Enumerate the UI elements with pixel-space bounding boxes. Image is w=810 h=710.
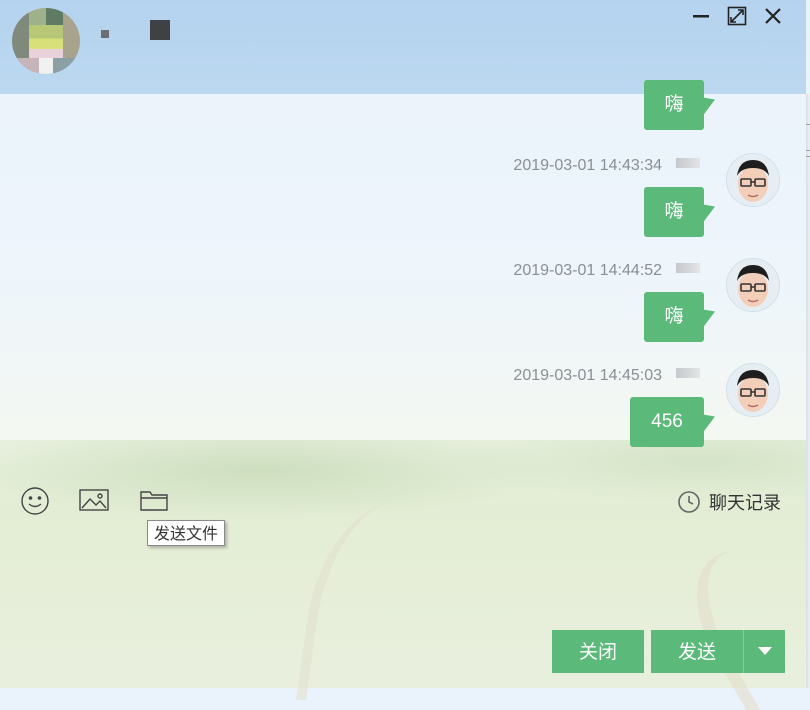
sender-name-blurred bbox=[676, 158, 700, 168]
send-file-tooltip: 发送文件 bbox=[147, 520, 226, 546]
message-input[interactable] bbox=[0, 555, 806, 623]
message-meta: 2019-03-01 14:44:52 bbox=[513, 262, 700, 280]
clock-icon bbox=[678, 491, 700, 513]
contact-name-blurred bbox=[150, 20, 170, 40]
contact-avatar[interactable] bbox=[12, 8, 80, 74]
message-meta: 2019-03-01 14:43:34 bbox=[513, 157, 700, 175]
folder-icon[interactable] bbox=[139, 488, 169, 516]
caret-down-icon bbox=[757, 647, 772, 655]
user-avatar[interactable] bbox=[726, 258, 780, 312]
chat-history-label: 聊天记录 bbox=[709, 493, 781, 514]
sender-name-blurred bbox=[676, 368, 700, 378]
close-button[interactable]: 关闭 bbox=[552, 630, 644, 673]
user-avatar[interactable] bbox=[726, 153, 780, 207]
send-options-button[interactable] bbox=[743, 630, 785, 673]
send-button[interactable]: 发送 bbox=[651, 630, 743, 673]
message-timestamp: 2019-03-01 14:44:52 bbox=[513, 262, 662, 279]
chat-history-button[interactable]: 聊天记录 bbox=[677, 489, 781, 515]
emoji-icon[interactable] bbox=[20, 486, 50, 520]
close-icon[interactable] bbox=[762, 4, 784, 28]
minimize-icon[interactable] bbox=[690, 4, 712, 28]
message-timestamp: 2019-03-01 14:45:03 bbox=[513, 367, 662, 384]
message-bubble[interactable]: 嗨 bbox=[644, 80, 704, 130]
scrollbar[interactable] bbox=[806, 94, 810, 688]
maximize-icon[interactable] bbox=[726, 4, 748, 28]
message-bubble[interactable]: 嗨 bbox=[644, 292, 704, 342]
scrollbar-tick bbox=[806, 150, 810, 151]
message-bubble[interactable]: 456 bbox=[630, 397, 704, 447]
scrollbar-tick bbox=[806, 124, 810, 125]
message-bubble[interactable]: 嗨 bbox=[644, 187, 704, 237]
message-timestamp: 2019-03-01 14:43:34 bbox=[513, 157, 662, 174]
window-controls bbox=[690, 4, 784, 28]
image-icon[interactable] bbox=[79, 488, 109, 516]
message-meta: 2019-03-01 14:45:03 bbox=[513, 367, 700, 385]
contact-name-blurred bbox=[101, 30, 109, 38]
input-toolbar: 聊天记录 bbox=[0, 480, 806, 520]
sender-name-blurred bbox=[676, 263, 700, 273]
user-avatar[interactable] bbox=[726, 363, 780, 417]
scrollbar-tick bbox=[806, 156, 810, 157]
